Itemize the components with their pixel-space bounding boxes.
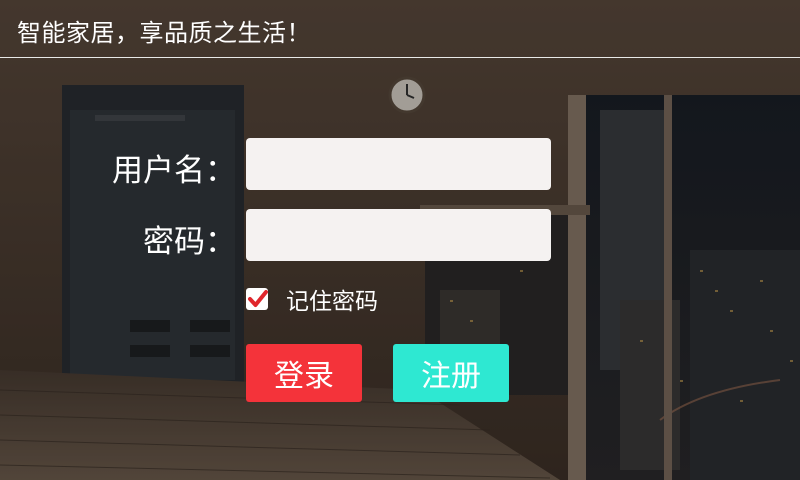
password-input[interactable] [246, 209, 551, 261]
checkmark-icon [248, 290, 268, 307]
username-input[interactable] [246, 138, 551, 190]
login-button[interactable]: 登录 [246, 344, 362, 402]
password-label: 密码： [143, 224, 236, 260]
app-header: 智能家居，享品质之生活！ [0, 0, 800, 58]
remember-password-row[interactable]: 记住密码 [246, 286, 378, 315]
page-title: 智能家居，享品质之生活！ [17, 19, 311, 47]
remember-password-label: 记住密码 [286, 289, 378, 315]
username-label: 用户名： [112, 153, 236, 189]
header-divider [0, 57, 800, 58]
remember-password-checkbox[interactable] [246, 288, 268, 310]
register-button[interactable]: 注册 [393, 344, 509, 402]
